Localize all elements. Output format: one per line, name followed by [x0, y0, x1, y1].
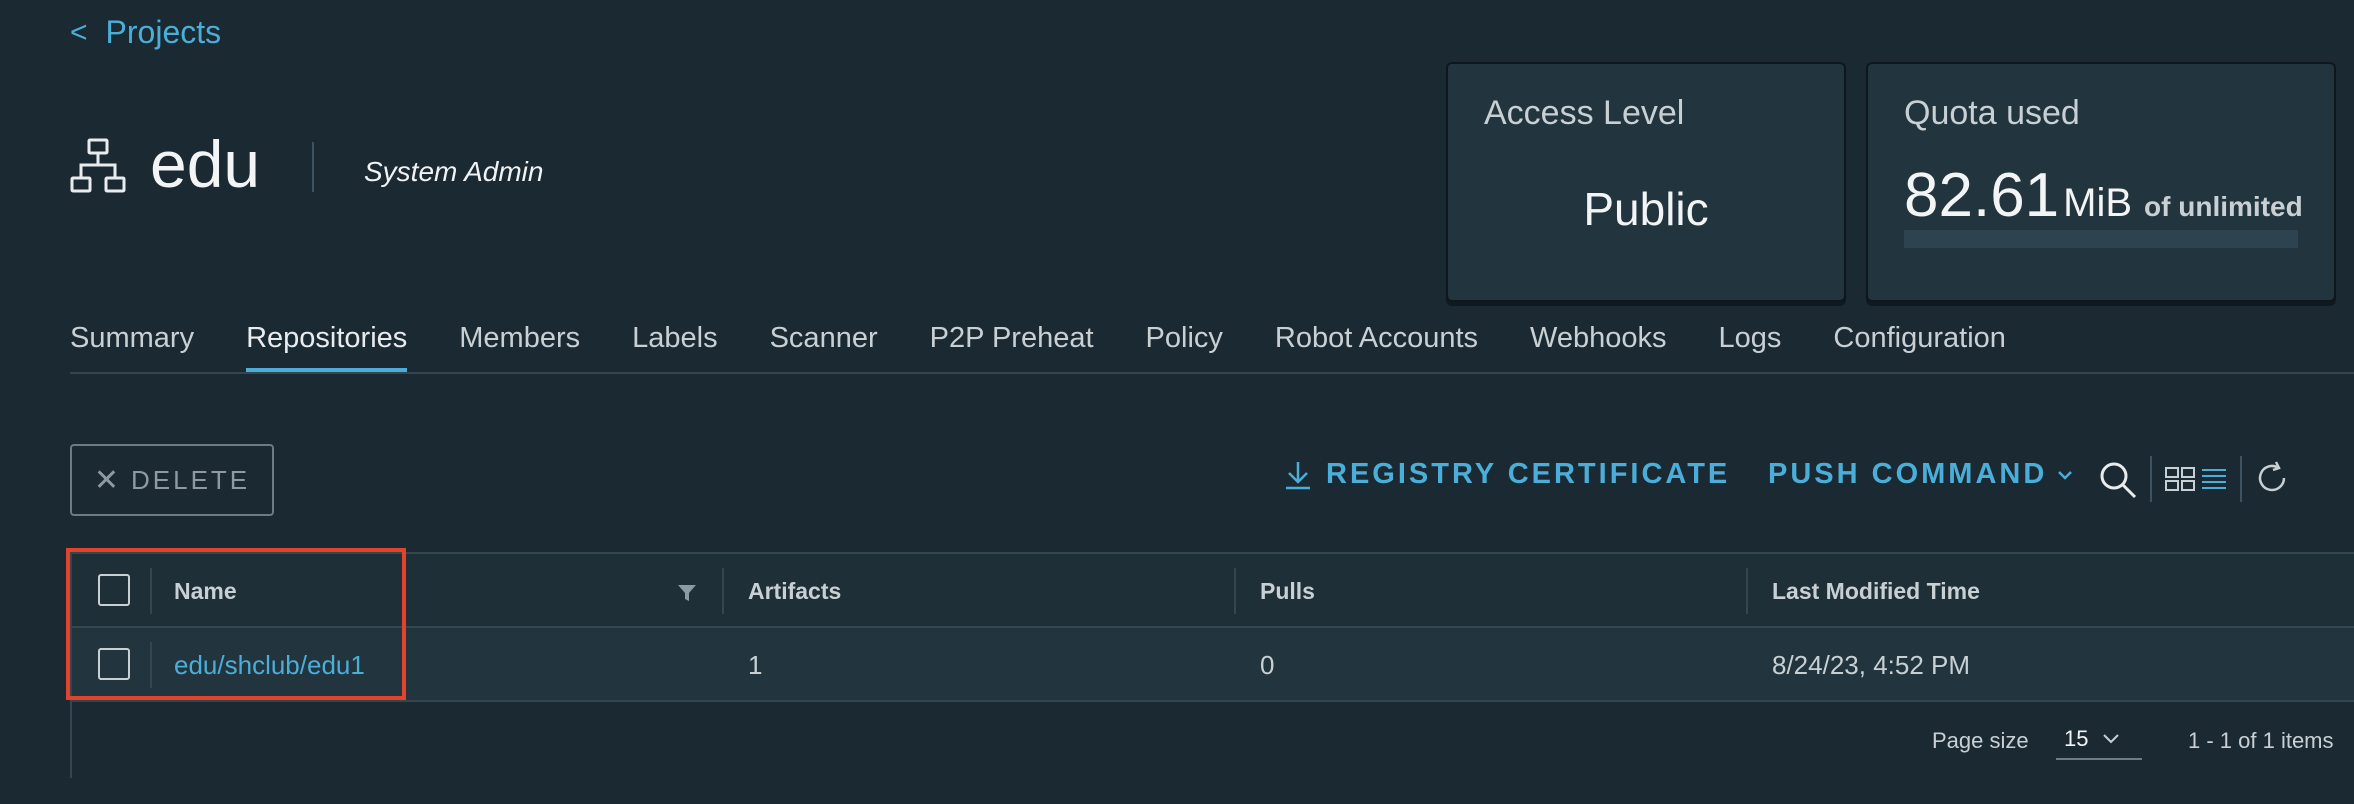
column-header-artifacts[interactable]: Artifacts: [748, 578, 841, 605]
artifacts-count: 1: [748, 650, 763, 680]
delete-button[interactable]: ✕ DELETE: [70, 444, 274, 516]
pager-info: 1 - 1 of 1 items: [2188, 728, 2334, 753]
tab-policy[interactable]: Policy: [1146, 312, 1223, 372]
page-size-value: 15: [2064, 726, 2089, 751]
table-row: edu/shclub/edu1 1 0 8/24/23, 4:52 PM: [72, 628, 2354, 702]
table-header: Name Artifacts Pulls Last Modified Time: [72, 554, 2354, 628]
tab-scanner[interactable]: Scanner: [770, 312, 878, 372]
select-all-checkbox[interactable]: [98, 574, 130, 606]
quota-limit-text: of unlimited: [2144, 191, 2303, 222]
breadcrumb-projects[interactable]: < Projects: [70, 14, 221, 51]
pulls-count: 0: [1260, 650, 1275, 680]
column-divider: [722, 568, 724, 614]
project-tabs: Summary Repositories Members Labels Scan…: [70, 312, 2058, 374]
access-level-value: Public: [1583, 183, 1709, 235]
tab-logs[interactable]: Logs: [1719, 312, 1782, 372]
list-view-icon[interactable]: [2200, 466, 2228, 492]
page-size-label: Page size: [1932, 728, 2029, 753]
column-divider: [150, 568, 152, 614]
project-role: System Admin: [364, 156, 544, 187]
access-level-title: Access Level: [1484, 94, 1685, 132]
column-divider: [150, 642, 152, 688]
breadcrumb-label: Projects: [105, 14, 222, 50]
close-icon: ✕: [93, 463, 119, 497]
repositories-table: Name Artifacts Pulls Last Modified Time …: [70, 552, 2354, 778]
registry-certificate-label: REGISTRY CERTIFICATE: [1326, 458, 1731, 490]
column-divider: [1234, 568, 1236, 614]
chevron-down-icon: [2058, 470, 2073, 480]
tab-summary[interactable]: Summary: [70, 312, 194, 372]
last-modified-time: 8/24/23, 4:52 PM: [1772, 650, 1971, 680]
project-tree-icon: [70, 138, 126, 193]
tab-members[interactable]: Members: [459, 312, 580, 372]
quota-progress-bar: [1904, 230, 2298, 248]
access-level-card: Access Level Public: [1446, 62, 1846, 302]
table-footer: Page size 15 1 - 1 of 1 items: [72, 702, 2354, 778]
quota-unit: MiB: [2063, 181, 2133, 225]
push-command-label: PUSH COMMAND: [1768, 458, 2048, 490]
column-divider: [1746, 568, 1748, 614]
page-title: edu: [150, 127, 261, 201]
quota-title: Quota used: [1904, 94, 2080, 132]
filter-icon[interactable]: [676, 582, 698, 604]
push-command-dropdown[interactable]: PUSH COMMAND: [1768, 458, 2073, 491]
toolbar-divider: [2150, 456, 2152, 502]
tab-labels[interactable]: Labels: [632, 312, 717, 372]
refresh-icon[interactable]: [2254, 460, 2290, 496]
tabs-divider: [70, 372, 2354, 374]
grid-view-icon[interactable]: [2164, 466, 2198, 492]
tab-repositories[interactable]: Repositories: [246, 312, 408, 374]
column-header-last-modified[interactable]: Last Modified Time: [1772, 578, 1980, 605]
column-header-name[interactable]: Name: [174, 578, 237, 605]
toolbar-divider: [2240, 456, 2242, 502]
download-icon: [1286, 461, 1310, 489]
chevron-left-icon: <: [70, 15, 88, 49]
tab-p2p-preheat[interactable]: P2P Preheat: [930, 312, 1094, 372]
search-icon[interactable]: [2098, 460, 2138, 500]
row-checkbox[interactable]: [98, 648, 130, 680]
quota-value: 82.61 MiB of unlimited: [1904, 160, 2303, 231]
tab-configuration[interactable]: Configuration: [1833, 312, 2006, 372]
quota-card: Quota used 82.61 MiB of unlimited: [1866, 62, 2336, 302]
tab-webhooks[interactable]: Webhooks: [1530, 312, 1667, 372]
repository-name-link[interactable]: edu/shclub/edu1: [174, 650, 365, 681]
title-divider: [312, 142, 314, 192]
column-header-pulls[interactable]: Pulls: [1260, 578, 1315, 605]
page-size-select[interactable]: 15: [2056, 720, 2142, 760]
delete-label: DELETE: [130, 464, 251, 495]
tab-robot-accounts[interactable]: Robot Accounts: [1275, 312, 1478, 372]
quota-number: 82.61: [1904, 161, 2060, 230]
registry-certificate-button[interactable]: REGISTRY CERTIFICATE: [1284, 458, 1730, 491]
chevron-down-icon: [2103, 734, 2120, 744]
